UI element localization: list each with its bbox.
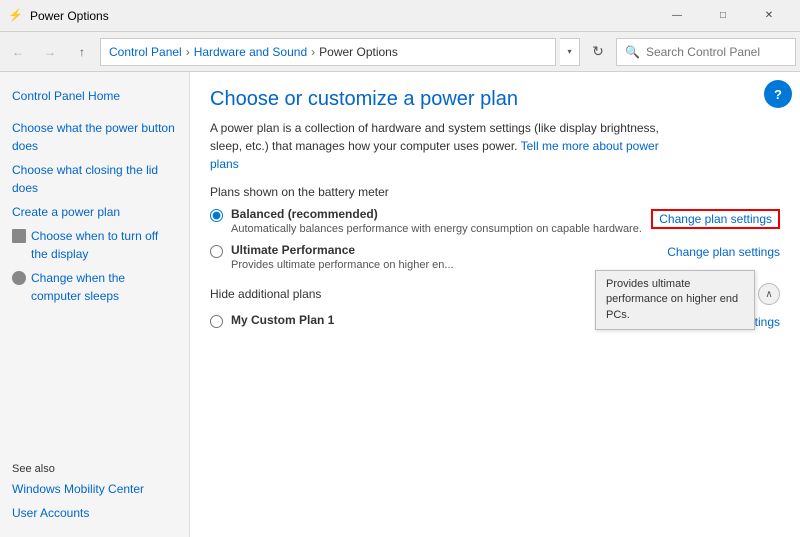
title-bar-icon: ⚡	[8, 8, 24, 24]
breadcrumb-hardware-sound[interactable]: Hardware and Sound	[194, 45, 307, 59]
balanced-plan-desc: Automatically balances performance with …	[231, 223, 642, 235]
sidebar-item-create-power-plan[interactable]: Create a power plan	[0, 200, 189, 224]
ultimate-radio[interactable]	[210, 245, 223, 258]
sidebar-item-change-sleeps[interactable]: Change when the computer sleeps	[0, 266, 189, 308]
moon-icon	[12, 271, 26, 285]
see-also-title: See also	[0, 463, 189, 477]
breadcrumb-dropdown[interactable]: ▾	[560, 38, 580, 66]
custom-plan-radio[interactable]	[210, 315, 223, 328]
search-input[interactable]	[646, 45, 800, 59]
ultimate-plan-desc: Provides ultimate performance on higher …	[231, 259, 454, 271]
plan-row-balanced: Balanced (recommended) Automatically bal…	[210, 207, 780, 235]
refresh-button[interactable]: ↻	[584, 38, 612, 66]
custom-plan-name: My Custom Plan 1	[231, 313, 334, 327]
address-bar: ← → ↑ Control Panel › Hardware and Sound…	[0, 32, 800, 72]
balanced-radio[interactable]	[210, 209, 223, 222]
back-button[interactable]: ←	[4, 38, 32, 66]
sidebar-item-choose-turn-off[interactable]: Choose when to turn off the display	[0, 224, 189, 266]
minimize-button[interactable]: —	[654, 0, 700, 32]
balanced-plan-name: Balanced (recommended)	[231, 207, 642, 221]
sidebar-item-user-accounts[interactable]: User Accounts	[0, 501, 189, 525]
close-button[interactable]: ✕	[746, 0, 792, 32]
plan-row-ultimate: Ultimate Performance Provides ultimate p…	[210, 243, 780, 271]
forward-button[interactable]: →	[36, 38, 64, 66]
page-desc: A power plan is a collection of hardware…	[210, 119, 690, 173]
monitor-icon	[12, 229, 26, 243]
hide-plans-label: Hide additional plans	[210, 287, 321, 301]
sidebar-item-windows-mobility[interactable]: Windows Mobility Center	[0, 477, 189, 501]
collapse-button[interactable]: ∧	[758, 283, 780, 305]
up-button[interactable]: ↑	[68, 38, 96, 66]
ultimate-change-link[interactable]: Change plan settings	[667, 245, 780, 259]
search-icon: 🔍	[625, 45, 640, 59]
sidebar-item-home[interactable]: Control Panel Home	[0, 84, 189, 108]
title-bar: ⚡ Power Options — □ ✕	[0, 0, 800, 32]
title-bar-title: Power Options	[30, 9, 654, 23]
content-area: ? Choose or customize a power plan A pow…	[190, 72, 800, 537]
sidebar-item-choose-power-button[interactable]: Choose what the power button does	[0, 116, 189, 158]
sidebar: Control Panel Home Choose what the power…	[0, 72, 190, 537]
maximize-button[interactable]: □	[700, 0, 746, 32]
help-button[interactable]: ?	[764, 80, 792, 108]
breadcrumb: Control Panel › Hardware and Sound › Pow…	[100, 38, 556, 66]
ultimate-plan-name: Ultimate Performance	[231, 243, 454, 257]
tooltip-box: Provides ultimate performance on higher …	[595, 270, 755, 330]
title-bar-controls: — □ ✕	[654, 0, 792, 32]
breadcrumb-control-panel[interactable]: Control Panel	[109, 45, 182, 59]
section-label: Plans shown on the battery meter	[210, 185, 780, 199]
search-box: 🔍	[616, 38, 796, 66]
sidebar-bottom: See also Windows Mobility Center User Ac…	[0, 443, 189, 525]
sidebar-item-choose-closing-lid[interactable]: Choose what closing the lid does	[0, 158, 189, 200]
balanced-change-link[interactable]: Change plan settings	[651, 209, 780, 229]
main-layout: Control Panel Home Choose what the power…	[0, 72, 800, 537]
page-title: Choose or customize a power plan	[210, 88, 780, 111]
tooltip-text: Provides ultimate performance on higher …	[606, 278, 738, 321]
breadcrumb-power-options: Power Options	[319, 45, 398, 59]
